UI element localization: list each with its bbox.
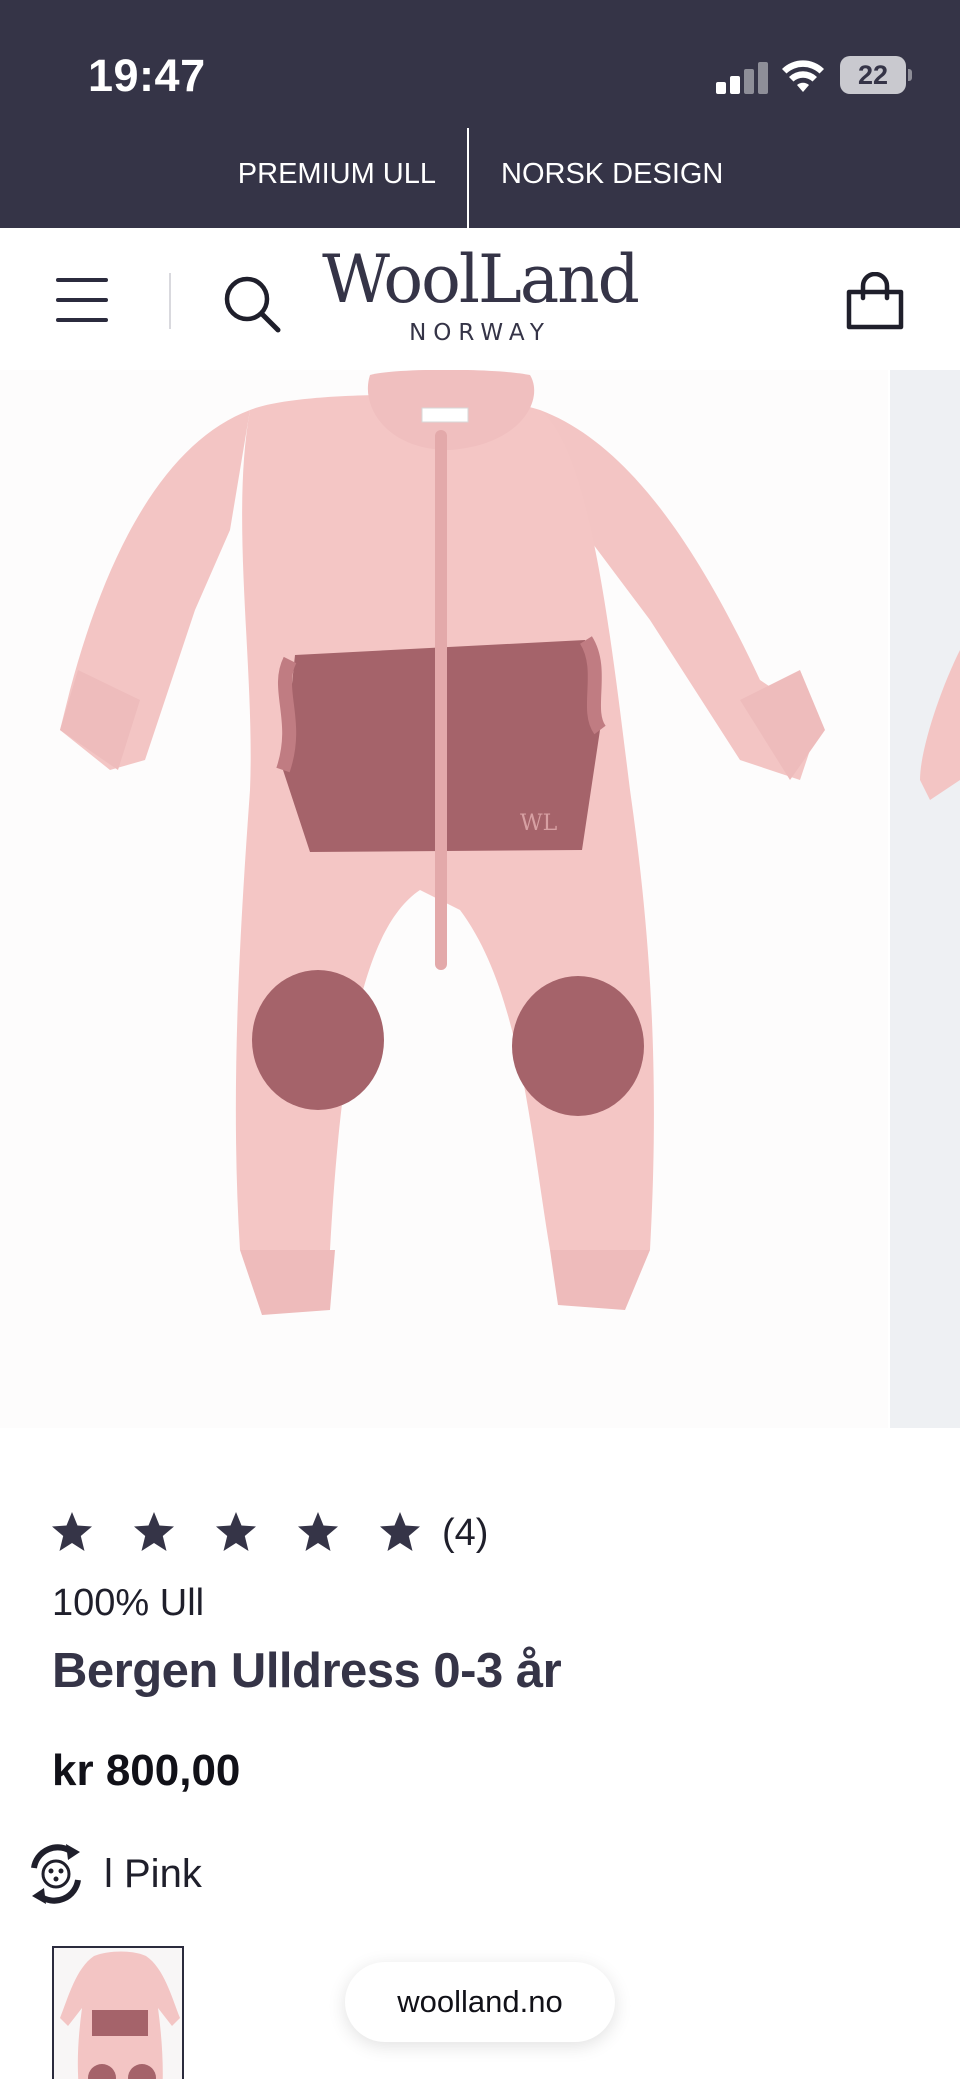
product-material: 100% Ull [52, 1582, 205, 1624]
battery-level: 22 [857, 60, 889, 90]
star-icon [380, 1512, 420, 1551]
battery-icon: 22 [840, 56, 912, 94]
site-header: WoolLand NORWAY [0, 228, 960, 370]
star-icon [134, 1512, 174, 1551]
logo-subtitle: NORWAY [409, 320, 551, 346]
thumbnail-onesie [60, 1951, 180, 2079]
rating-stars[interactable]: (4) [50, 1510, 570, 1558]
color-swatch-thumbnail[interactable] [52, 1946, 184, 2079]
next-image-peek [920, 650, 960, 800]
browser-url-bar[interactable]: woolland.no [345, 1962, 615, 2042]
product-title: Bergen Ulldress 0-3 år [52, 1644, 562, 1698]
selected-color-label: l Pink [104, 1852, 202, 1896]
shopping-bag-icon[interactable] [844, 272, 906, 332]
star-icon [216, 1512, 256, 1551]
product-price: kr 800,00 [52, 1746, 241, 1795]
svg-text:WL: WL [520, 811, 558, 836]
promo-divider [467, 128, 469, 228]
product-image[interactable]: WL [0, 370, 888, 1428]
hamburger-menu-icon[interactable] [56, 278, 112, 322]
recycle-ar-icon[interactable] [20, 1838, 92, 1910]
product-gallery[interactable]: WL [0, 370, 960, 1428]
promo-norwegian-design: NORSK DESIGN [501, 158, 724, 190]
review-count[interactable]: (4) [442, 1512, 488, 1555]
cellular-signal-icon [716, 62, 768, 94]
search-icon[interactable] [222, 274, 282, 334]
site-logo[interactable]: WoolLand NORWAY [320, 242, 640, 362]
next-product-image[interactable] [890, 370, 960, 1428]
star-icon [298, 1512, 338, 1551]
product-onesie-illustration: WL [60, 370, 825, 1315]
promo-premium-wool: PREMIUM ULL [237, 158, 436, 190]
top-banner: 19:47 22 PREMIUM ULL NORSK DESIGN [0, 0, 960, 228]
star-icon [52, 1512, 92, 1551]
promo-bar: PREMIUM ULL NORSK DESIGN [0, 128, 960, 228]
logo-wordmark: WoolLand [322, 241, 640, 318]
color-selector: l Pink [20, 1838, 420, 1918]
status-time: 19:47 [88, 50, 206, 101]
status-bar: 19:47 22 [0, 0, 960, 120]
header-divider [169, 273, 171, 329]
wifi-icon [782, 60, 824, 92]
